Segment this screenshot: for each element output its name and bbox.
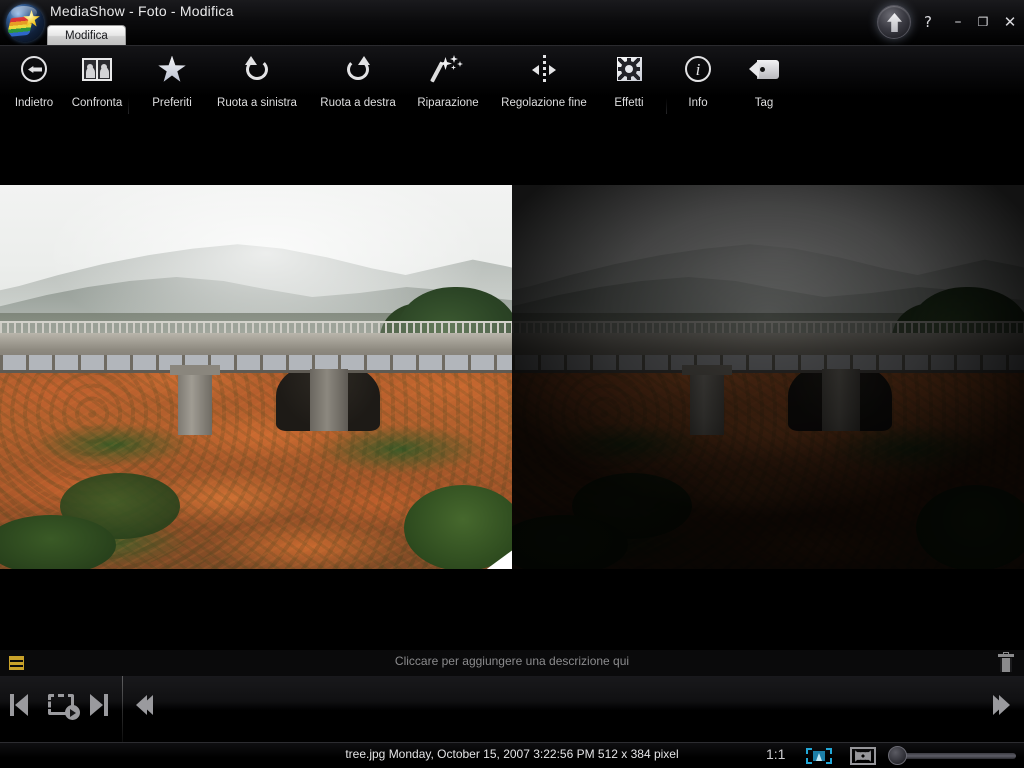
mediashow-orb-logo-icon: [6, 4, 44, 42]
mediashow-window: MediaShow - Foto - Modifica Modifica ? –…: [0, 0, 1024, 768]
before-photo: [0, 185, 512, 569]
title-bar: MediaShow - Foto - Modifica Modifica ? –…: [0, 0, 1024, 46]
info-circle-icon: i: [672, 50, 724, 88]
star-icon: [140, 50, 204, 88]
minimize-button[interactable]: –: [948, 14, 968, 30]
toolbar-button-regolazione-fine[interactable]: Regolazione fine: [486, 50, 602, 112]
rotate-right-icon: [308, 50, 408, 88]
fine-adjust-icon: [486, 50, 602, 88]
magic-wand-icon: [404, 50, 492, 88]
effects-gear-icon: [600, 50, 658, 88]
toolbar-label: Effetti: [614, 97, 644, 109]
toolbar-label: Indietro: [14, 97, 54, 109]
tab-modifica[interactable]: Modifica: [47, 25, 126, 46]
skip-to-last-icon[interactable]: [90, 694, 108, 716]
rotate-left-icon: [204, 50, 310, 88]
compare-icon: [66, 50, 128, 88]
toolbar-button-ruota-a-destra[interactable]: Ruota a destra: [308, 50, 408, 112]
toolbar-button-preferiti[interactable]: Preferiti: [140, 50, 204, 112]
toolbar-label: Preferiti: [152, 97, 192, 109]
tab-strip: Modifica: [47, 25, 126, 46]
toolbar-button-tag[interactable]: Tag: [738, 50, 790, 112]
toolbar-label: Info: [688, 97, 708, 109]
back-arrow-icon: [8, 50, 60, 88]
toolbar-button-effetti[interactable]: Effetti: [600, 50, 658, 112]
toolbar-button-info[interactable]: i Info: [672, 50, 724, 112]
toolbar-label: Tag: [754, 97, 774, 109]
fit-to-window-icon[interactable]: [806, 748, 832, 764]
image-comparison-stage: Prima Dopo: [0, 114, 1024, 645]
description-bar: Cliccare per aggiungere una descrizione …: [0, 650, 1024, 676]
description-input[interactable]: Cliccare per aggiungere una descrizione …: [0, 654, 1024, 668]
toolbar-button-riparazione[interactable]: Riparazione: [404, 50, 492, 112]
toolbar-button-confronta[interactable]: Confronta: [66, 50, 128, 112]
upload-arrow-icon[interactable]: [877, 5, 911, 39]
edit-toolbar: Indietro Confronta Preferiti Ruota a sin…: [0, 46, 1024, 152]
vignette-effect-overlay: [512, 185, 1024, 569]
status-bar: tree.jpg Monday, October 15, 2007 3:22:5…: [0, 742, 1024, 768]
zoom-ratio-label[interactable]: 1:1: [766, 746, 785, 762]
zoom-slider-handle[interactable]: [888, 746, 907, 765]
toolbar-label: Confronta: [71, 97, 123, 109]
skip-to-first-icon[interactable]: [10, 694, 28, 716]
toolbar-label: Regolazione fine: [501, 97, 587, 109]
before-image-pane[interactable]: Prima: [0, 185, 512, 569]
trash-delete-icon[interactable]: [998, 652, 1014, 672]
toolbar-label: Riparazione: [417, 97, 479, 109]
toolbar-label: Ruota a destra: [320, 97, 396, 109]
slideshow-play-icon[interactable]: [48, 694, 80, 720]
zoom-slider[interactable]: [888, 746, 1016, 765]
app-title: MediaShow - Foto - Modifica: [50, 3, 234, 19]
scroll-right-icon[interactable]: [993, 695, 1010, 715]
toolbar-label: Ruota a sinistra: [217, 97, 297, 109]
statusbar-divider: [0, 742, 1024, 743]
help-button[interactable]: ?: [918, 14, 938, 30]
tag-icon: [738, 50, 790, 88]
toolbar-button-ruota-a-sinistra[interactable]: Ruota a sinistra: [204, 50, 310, 112]
toolbar-button-indietro[interactable]: Indietro: [8, 50, 60, 112]
scroll-left-icon[interactable]: [136, 695, 153, 715]
restore-button[interactable]: ❐: [973, 14, 993, 30]
close-button[interactable]: ✕: [1000, 14, 1020, 30]
filmstrip-divider: [122, 676, 123, 742]
fullscreen-icon[interactable]: [850, 747, 876, 765]
after-photo: [512, 185, 1024, 569]
after-image-pane[interactable]: Dopo: [512, 185, 1024, 569]
thumbnail-filmstrip: [0, 676, 1024, 742]
